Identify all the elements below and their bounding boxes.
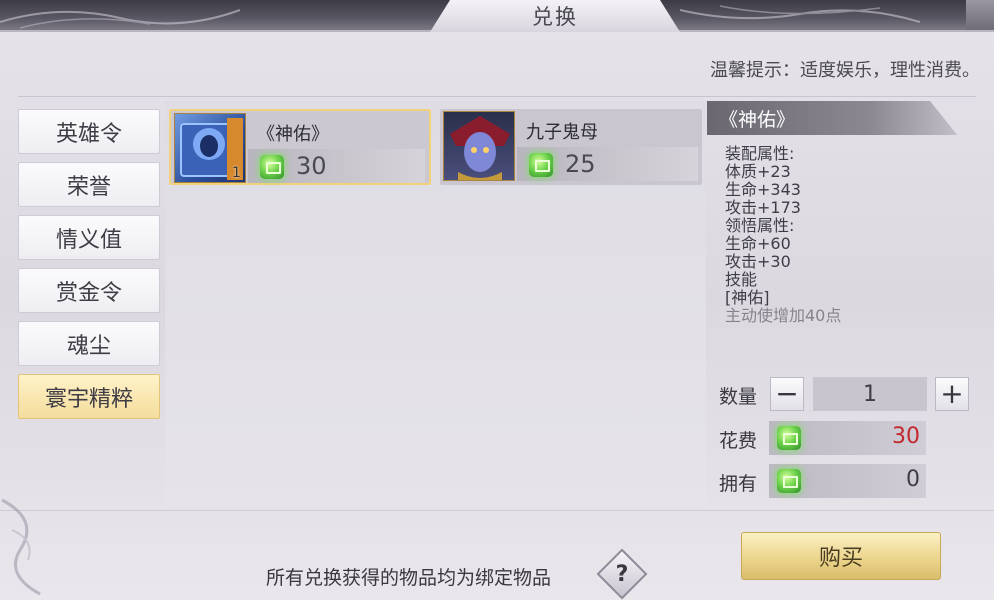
item-name: 九子鬼母 (526, 122, 598, 143)
tab-friendship[interactable]: 情义值 (18, 215, 160, 260)
desc-line: 体质+23 (725, 162, 791, 181)
item-detail-panel: 《神佑》 装配属性: 体质+23 生命+343 攻击+173 领悟属性: 生命+… (707, 101, 979, 507)
item-price-row: 25 (517, 147, 698, 181)
tab-bounty-token[interactable]: 赏金令 (18, 268, 160, 313)
tab-label: 英雄令 (55, 121, 122, 147)
item-price-row: 30 (248, 149, 425, 183)
green-gem-icon (529, 153, 553, 177)
title-bar: 兑换 (0, 0, 994, 32)
tab-universe-essence[interactable]: 寰宇精粹 (18, 374, 160, 419)
corner-ornament (1, 498, 41, 596)
detail-title: 《神佑》 (719, 109, 796, 131)
desc-line: 装配属性: (725, 145, 795, 163)
bound-item-notice: 所有兑换获得的物品均为绑定物品 (266, 567, 552, 589)
quantity-input[interactable]: 1 (813, 377, 927, 411)
item-description[interactable]: 装配属性: 体质+23 生命+343 攻击+173 领悟属性: 生命+60 攻击… (725, 145, 965, 350)
swirl-ornament-right (680, 5, 920, 23)
owned-value-box: 0 (769, 464, 926, 498)
portrait-illustration (450, 116, 510, 180)
item-price: 30 (296, 152, 327, 180)
cost-value: 30 (892, 424, 920, 449)
item-grid: 1 《神佑》 30 九子鬼母 25 (165, 101, 706, 507)
demon-mother-portrait (443, 111, 515, 181)
tab-soul-dust[interactable]: 魂尘 (18, 321, 160, 366)
desc-line: 主动使增加40点 (725, 306, 842, 325)
item-count: 1 (232, 165, 241, 181)
tab-label: 情义值 (55, 227, 122, 253)
tab-label: 寰宇精粹 (44, 386, 133, 412)
title-plate: 兑换 (430, 0, 680, 32)
item-price: 25 (565, 150, 596, 178)
desc-line: 技能 (725, 270, 758, 289)
plus-button[interactable]: + (935, 377, 969, 411)
close-button[interactable] (966, 0, 994, 30)
green-gem-icon (777, 426, 801, 450)
bottom-divider (0, 510, 994, 511)
green-gem-icon (260, 155, 284, 179)
tab-label: 魂尘 (66, 333, 111, 359)
minus-button[interactable]: − (770, 377, 804, 411)
swirl-ornament-left (0, 9, 240, 29)
tab-honor[interactable]: 荣誉 (18, 162, 160, 207)
green-gem-icon (777, 469, 801, 493)
owned-value: 0 (906, 467, 920, 492)
help-icon[interactable]: ? (604, 556, 640, 592)
tab-label: 赏金令 (55, 280, 122, 306)
desc-line: 生命+343 (725, 180, 801, 199)
item-card-jiuzi-guimu[interactable]: 九子鬼母 25 (440, 109, 702, 185)
cost-label: 花费 (719, 430, 758, 452)
page-title: 兑换 (532, 5, 578, 29)
item-name: 《神佑》 (257, 124, 329, 145)
desc-line: 领悟属性: (725, 216, 795, 235)
buy-button[interactable]: 购买 (741, 532, 941, 580)
divider (18, 96, 976, 97)
desc-line: 攻击+173 (725, 198, 801, 217)
tab-hero-token[interactable]: 英雄令 (18, 109, 160, 154)
consumption-tip: 温馨提示：适度娱乐，理性消费。 (710, 60, 980, 81)
currency-tabs: 英雄令 荣誉 情义值 赏金令 魂尘 寰宇精粹 (18, 109, 160, 427)
owned-label: 拥有 (719, 473, 758, 495)
plus-icon: + (940, 377, 964, 410)
minus-icon: − (775, 377, 799, 410)
tab-label: 荣誉 (66, 174, 111, 200)
detail-title-bar: 《神佑》 (707, 101, 958, 135)
item-card-shenyou[interactable]: 1 《神佑》 30 (169, 109, 431, 185)
desc-line: 生命+60 (725, 234, 791, 253)
desc-line: [神佑] (725, 288, 770, 307)
cost-value-box: 30 (769, 421, 926, 455)
desc-line: 攻击+30 (725, 252, 791, 271)
quantity-label: 数量 (719, 386, 758, 408)
